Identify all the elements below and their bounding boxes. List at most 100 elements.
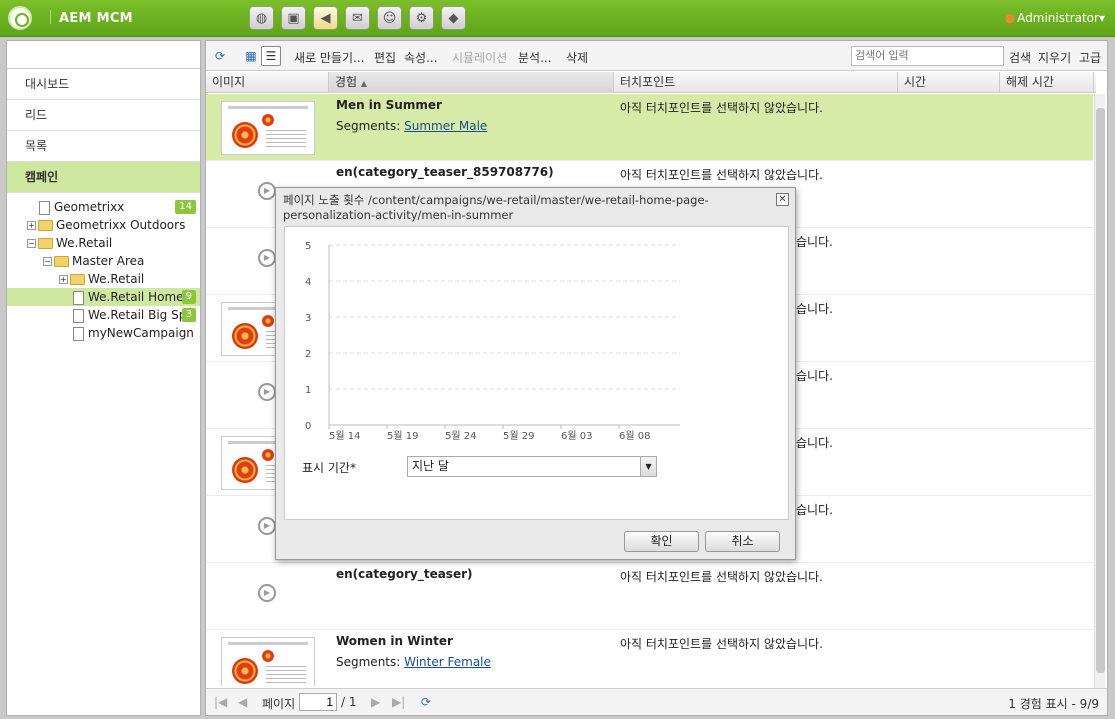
sort-asc-icon: ▲ [360,79,368,88]
period-select[interactable]: 지난 달 ▼ [407,456,657,477]
table-row[interactable]: Men in Summer Segments: Summer Male 아직 터… [206,94,1093,161]
aem-logo-icon[interactable] [8,6,32,30]
search-button[interactable]: 검색 [1009,49,1031,66]
tag-icon[interactable]: ◆ [441,6,466,30]
x-tick-label: 5월 29 [503,430,534,442]
folder-icon [38,220,53,231]
search-input[interactable] [851,46,1004,66]
next-page-icon[interactable]: ▶ [371,695,380,709]
page-icon [73,308,84,323]
tree-item[interactable]: Geometrixx 14 [7,198,200,216]
segment-link[interactable]: Summer Male [404,119,487,133]
campaign-tree: Geometrixx 14 + Geometrixx Outdoors − We.Re… [7,193,200,342]
touchpoint-text: 습니다. [796,436,833,450]
sidebar-item-campaigns[interactable]: 캠페인 [7,162,200,193]
x-tick-label: 5월 14 [329,430,360,442]
y-tick-label: 1 [305,385,311,396]
tools-icon[interactable]: ⚙ [409,6,434,30]
campaign-icon[interactable]: ▣ [281,6,306,30]
tree-item[interactable]: We.Retail Big Spe 3 [7,306,200,324]
properties-button[interactable]: 속성... [404,49,438,66]
app-title: AEM MCM [50,10,133,26]
tree-item[interactable]: myNewCampaign [7,324,200,342]
sidebar-item-dashboard[interactable]: 대시보드 [7,69,200,100]
count-badge: 3 [181,308,196,322]
last-page-icon[interactable]: ▶| [392,695,405,709]
collapse-icon[interactable]: − [27,239,36,248]
simulation-button[interactable]: 시뮬레이션 [452,49,507,66]
expand-icon[interactable]: + [59,275,68,284]
tree-item[interactable]: + We.Retail [7,270,200,288]
page-icon [39,200,50,215]
page-label: 페이지 [262,697,296,711]
touchpoint-text: 습니다. [796,302,833,316]
delete-button[interactable]: 삭제 [566,49,588,66]
page-icon [73,290,84,305]
count-badge: 14 [175,200,196,214]
experience-name: en(category_teaser_859708776) [336,165,554,179]
sidebar-item-lists[interactable]: 목록 [7,131,200,162]
tree-item[interactable]: − Master Area [7,252,200,270]
column-header-time[interactable]: 시간 [898,72,1000,93]
edit-button[interactable]: 편집 [374,49,396,66]
scrollbar-thumb[interactable] [1096,108,1105,673]
new-button[interactable]: 새로 만들기... [294,49,364,66]
advanced-button[interactable]: 고급 [1079,49,1101,66]
touchpoint-text: 습니다. [796,235,833,249]
teaser-icon: ▶ [258,182,276,200]
impressions-chart: 0 1 2 3 4 5 5월 14 5월 19 5월 24 5월 29 6월 03 6월 08 [305,241,680,442]
y-tick-label: 0 [305,421,311,432]
touchpoint-text: 아직 터치포인트를 선택하지 않았습니다. [620,570,823,584]
first-page-icon[interactable]: |◀ [214,695,227,709]
teaser-icon: ▶ [258,249,276,267]
segment-link[interactable]: Winter Female [404,655,491,669]
expand-icon[interactable]: + [27,221,36,230]
period-label: 표시 기간* [302,461,356,475]
prev-page-icon[interactable]: ◀ [238,695,247,709]
column-header-off-time[interactable]: 해제 시간 [1000,72,1094,93]
tree-item[interactable]: + Geometrixx Outdoors [7,216,200,234]
experience-name: en(category_teaser) [336,567,473,581]
sidebar-item-leads[interactable]: 리드 [7,100,200,131]
top-bar: AEM MCM ◍ ▣ ◀ ✉ ☺ ⚙ ◆ ● Administrator▾ [0,0,1115,37]
megaphone-icon[interactable]: ◀ [313,6,338,30]
count-badge: 9 [181,290,196,304]
table-row[interactable]: Women in Winter Segments: Winter Female … [206,630,1093,686]
table-row[interactable]: ▶ en(category_teaser) 아직 터치포인트를 선택하지 않았습… [206,563,1093,630]
dialog-body: 0 1 2 3 4 5 5월 14 5월 19 5월 24 5월 29 6월 03 6월 08 표시 … [284,226,789,520]
experience-name: Women in Winter [336,634,453,648]
users-icon[interactable]: ☺ [377,6,402,30]
refresh-icon[interactable]: ⟳ [421,695,431,709]
folder-icon [70,274,85,285]
user-menu[interactable]: ● Administrator▾ [1005,11,1105,25]
x-tick-label: 5월 24 [445,430,476,442]
collapse-icon[interactable]: − [43,257,52,266]
clear-button[interactable]: 지우기 [1038,49,1071,66]
tree-item[interactable]: − We.Retail [7,234,200,252]
page-number-input[interactable] [299,693,337,711]
grid-header: 이미지 경험 ▲ 터치포인트 시간 해제 시간 [206,72,1096,93]
analyze-button[interactable]: 분석... [518,49,552,66]
cancel-button[interactable]: 취소 [705,531,780,552]
ok-button[interactable]: 확인 [624,531,699,552]
experience-name: Men in Summer [336,98,442,112]
pagination-bar: |◀ ◀ 페이지 / 1 ▶ ▶| ⟳ 1 경험 표시 - 9/9 [206,688,1107,715]
list-view-icon[interactable]: ☰ [261,46,281,66]
paging-status: 1 경험 표시 - 9/9 [1008,697,1099,711]
folder-open-icon [54,256,69,267]
x-tick-label: 6월 03 [561,430,592,442]
column-header-experience[interactable]: 경험 ▲ [329,72,614,93]
close-icon[interactable]: ✕ [776,193,789,206]
email-icon[interactable]: ✉ [345,6,370,30]
grid-view-icon[interactable]: ▦ [241,46,261,66]
globe-icon[interactable]: ◍ [249,6,274,30]
refresh-icon[interactable]: ⟳ [210,46,230,66]
segments: Segments: Winter Female [336,655,491,669]
column-header-image[interactable]: 이미지 [206,72,329,93]
column-header-touchpoint[interactable]: 터치포인트 [614,72,898,93]
vertical-scrollbar[interactable] [1094,94,1105,688]
touchpoint-text: 아직 터치포인트를 선택하지 않았습니다. [620,637,823,651]
page-icon [73,326,84,341]
teaser-icon: ▶ [258,584,276,602]
tree-item-selected[interactable]: We.Retail Home 9 [7,288,200,306]
